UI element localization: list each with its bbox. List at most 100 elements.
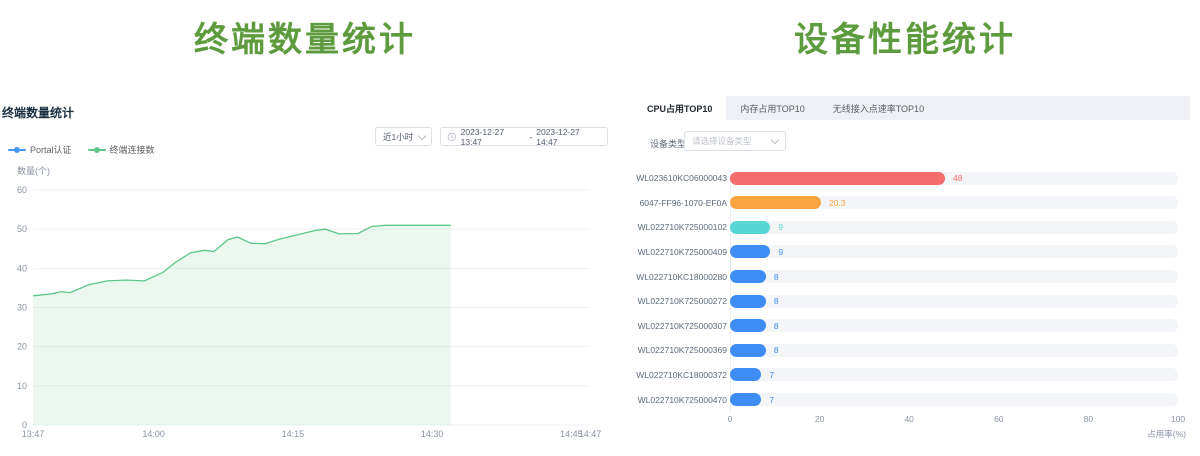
y-tick-label: 50 [17,224,27,234]
bar-axis-ticks: 0 20 40 60 80 100 [633,414,1190,426]
x-axis-unit-label: 占用率(%) [633,428,1186,440]
bar-row: WL022710K725000102 9 [633,215,1190,240]
bar-fill [730,245,770,258]
time-range-select[interactable]: 近1小时 [375,127,432,146]
bar-row: WL023610KC06000043 48 [633,166,1190,191]
time-range-value: 近1小时 [383,131,413,143]
legend-label: Portal认证 [30,143,72,156]
right-section-title: 设备性能统计 [620,12,1190,61]
bar-axis-tick: 40 [904,414,913,424]
legend-item[interactable]: 终端连接数 [88,143,155,156]
date-range-separator: - [529,132,532,142]
cpu-top10-bar-chart: WL023610KC06000043 48 6047-FF96-1070-EF0A 2… [633,166,1190,412]
bar-category-label: WL023610KC06000043 [636,173,727,183]
x-tick-label: 14:47 [579,429,602,439]
x-tick-label: 14:00 [142,429,165,439]
legend-line-icon [8,149,26,151]
tab-内存占用TOP10[interactable]: 内存占用TOP10 [726,96,818,120]
bar-fill [730,196,821,209]
clock-icon [447,132,457,142]
area-fill [33,225,451,425]
bar-track [730,393,1178,406]
bar-value-label: 7 [769,370,774,380]
y-tick-label: 30 [17,303,27,313]
bar-row: WL022710K725000272 8 [633,289,1190,314]
legend: Portal认证 终端连接数 [8,143,155,156]
stats-dashboard: 终端数量统计 设备性能统计 终端数量统计 近1小时 2023-12-27 13:… [0,0,1200,456]
bar-axis-tick: 60 [994,414,1003,424]
chevron-down-icon [771,136,779,144]
bar-value-label: 8 [774,345,779,355]
bar-category-label: WL022710K725000369 [638,345,727,355]
bar-axis-tick: 100 [1171,414,1185,424]
bar-row: WL022710KC18000280 8 [633,264,1190,289]
bar-row: WL022710K725000307 8 [633,314,1190,339]
terminal-chart-header: 终端数量统计 [2,104,74,121]
device-type-label: 设备类型 [650,137,686,150]
device-type-placeholder: 请选择设备类型 [692,135,752,147]
bar-value-label: 8 [774,272,779,282]
bar-fill [730,172,945,185]
bar-fill [730,368,761,381]
bar-fill [730,319,766,332]
bar-category-label: 6047-FF96-1070-EF0A [640,198,727,208]
x-tick-label: 13:47 [22,429,45,439]
bar-track [730,368,1178,381]
bar-fill [730,270,766,283]
bar-axis-tick: 0 [728,414,733,424]
y-tick-label: 10 [17,381,27,391]
bar-row: 6047-FF96-1070-EF0A 20.3 [633,191,1190,216]
legend-dot-icon [94,147,100,153]
date-range-start: 2023-12-27 13:47 [461,127,526,147]
tab-无线接入点速率TOP10[interactable]: 无线接入点速率TOP10 [819,96,938,120]
terminal-line-chart: 010203040506013:4714:0014:1514:3014:4514… [0,185,612,455]
bar-value-label: 8 [774,296,779,306]
bar-track [730,295,1178,308]
legend-dot-icon [14,147,20,153]
bar-axis-tick: 80 [1084,414,1093,424]
bar-category-label: WL022710K725000272 [638,296,727,306]
bar-value-label: 8 [774,321,779,331]
bar-row: WL022710K725000409 9 [633,240,1190,265]
bar-row: WL022710K725000470 7 [633,387,1190,412]
bar-category-label: WL022710KC18000372 [636,370,727,380]
bar-category-label: WL022710K725000307 [638,321,727,331]
y-tick-label: 20 [17,342,27,352]
bar-row: WL022710K725000369 8 [633,338,1190,363]
chevron-down-icon [418,131,426,139]
bar-axis-tick: 20 [815,414,824,424]
left-section-title: 终端数量统计 [0,12,610,61]
date-range-end: 2023-12-27 14:47 [536,127,601,147]
bar-fill [730,295,766,308]
bar-value-label: 9 [778,247,783,257]
y-axis-title: 数量(个) [17,164,50,177]
bar-track [730,221,1178,234]
bar-value-label: 7 [769,395,774,405]
y-tick-label: 40 [17,263,27,273]
bar-category-label: WL022710K725000470 [638,395,727,405]
legend-label: 终端连接数 [110,143,155,156]
bar-track [730,270,1178,283]
legend-item[interactable]: Portal认证 [8,143,72,156]
bar-fill [730,393,761,406]
legend-line-icon [88,149,106,151]
bar-category-label: WL022710K725000102 [638,222,727,232]
x-tick-label: 14:15 [282,429,305,439]
device-type-select[interactable]: 请选择设备类型 [684,131,786,151]
bar-track [730,344,1178,357]
bar-track [730,319,1178,332]
bar-value-label: 9 [778,222,783,232]
bar-value-label: 48 [953,173,962,183]
bar-value-label: 20.3 [829,198,846,208]
bar-category-label: WL022710KC18000280 [636,272,727,282]
y-tick-label: 60 [17,185,27,195]
tab-CPU占用TOP10[interactable]: CPU占用TOP10 [633,96,726,120]
bar-track [730,245,1178,258]
date-range-picker[interactable]: 2023-12-27 13:47 - 2023-12-27 14:47 [440,127,608,146]
bar-fill [730,344,766,357]
performance-tabbar: CPU占用TOP10内存占用TOP10无线接入点速率TOP10 [633,96,1190,120]
bar-category-label: WL022710K725000409 [638,247,727,257]
x-tick-label: 14:30 [421,429,444,439]
bar-fill [730,221,770,234]
bar-row: WL022710KC18000372 7 [633,363,1190,388]
